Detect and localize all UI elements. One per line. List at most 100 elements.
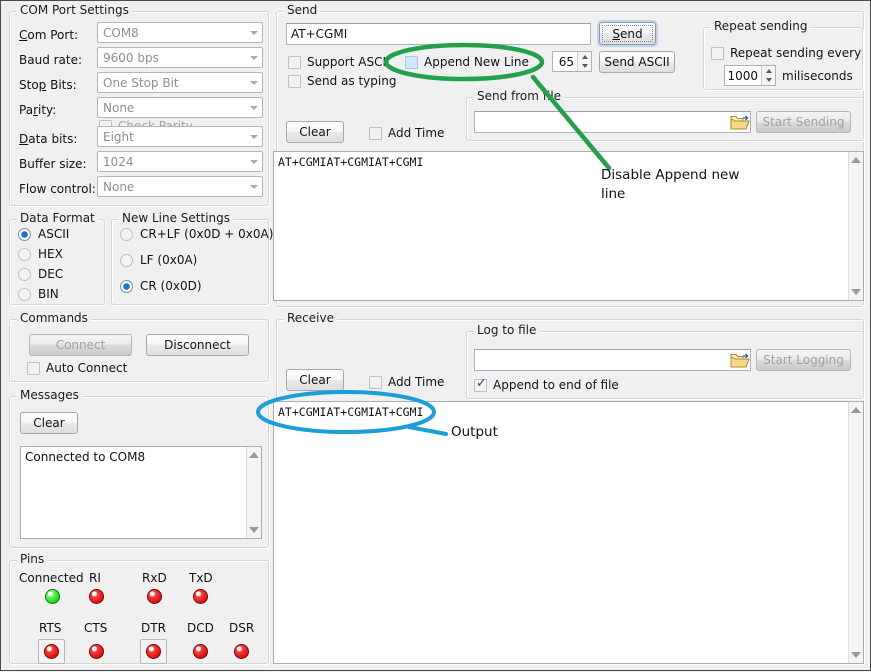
messages-log-scrollbar[interactable] [246, 447, 261, 538]
chevron-down-icon[interactable] [245, 152, 262, 171]
append-new-line-label: Append New Line [424, 55, 529, 69]
radio-dot [120, 254, 133, 267]
flow-control-combo[interactable]: None [97, 176, 263, 197]
pin-label-rxd: RxD [142, 571, 167, 585]
ascii-spinner[interactable]: 65 [552, 51, 592, 72]
pin-led-connected [45, 589, 60, 604]
chevron-down-icon[interactable] [245, 73, 262, 92]
pin-led-dtr[interactable] [146, 644, 161, 659]
send-input-value: AT+CGMI [291, 27, 347, 41]
radio-data-format-hex[interactable]: HEX [18, 247, 63, 261]
spinner-buttons[interactable] [577, 52, 591, 71]
checkbox-box [27, 362, 40, 375]
parity-combo[interactable]: None [97, 97, 263, 118]
send-input[interactable]: AT+CGMI [286, 23, 591, 45]
send-as-typing-checkbox[interactable]: Send as typing [288, 74, 396, 88]
commands-title: Commands [17, 312, 91, 324]
checkbox-box [474, 379, 487, 392]
send-clear-button[interactable]: Clear [286, 121, 344, 143]
send-add-time-checkbox[interactable]: Add Time [369, 126, 444, 140]
radio-newline-cr[interactable]: CR (0x0D) [120, 279, 202, 293]
pin-label-ri: RI [89, 571, 101, 585]
receive-add-time-checkbox[interactable]: Add Time [369, 375, 444, 389]
chevron-down-icon[interactable] [245, 98, 262, 117]
spinner-up-button[interactable] [578, 52, 591, 62]
receive-log[interactable]: AT+CGMIAT+CGMIAT+CGMI [273, 401, 864, 664]
connect-button[interactable]: Connect [29, 334, 132, 356]
auto-connect-checkbox[interactable]: Auto Connect [27, 361, 127, 375]
pin-label-rts: RTS [39, 621, 61, 635]
repeat-sending-checkbox[interactable]: Repeat sending every [711, 46, 861, 60]
auto-connect-label: Auto Connect [46, 361, 127, 375]
radio-dot [18, 268, 31, 281]
radio-label: CR (0x0D) [140, 279, 202, 293]
buffer-size-combo[interactable]: 1024 [97, 151, 263, 172]
receive-log-scrollbar[interactable] [848, 402, 863, 663]
radio-newline-lf[interactable]: LF (0x0A) [120, 253, 197, 267]
spinner-down-button[interactable] [578, 62, 591, 72]
receive-log-text: AT+CGMIAT+CGMIAT+CGMI [274, 402, 863, 422]
chevron-down-icon[interactable] [245, 177, 262, 196]
messages-clear-button[interactable]: Clear [20, 412, 78, 434]
scroll-up-icon[interactable] [851, 157, 861, 163]
scroll-up-icon[interactable] [851, 407, 861, 413]
append-new-line-checkbox[interactable]: Append New Line [405, 55, 529, 69]
start-sending-button[interactable]: Start Sending [756, 111, 851, 133]
append-to-end-checkbox[interactable]: Append to end of file [474, 378, 619, 392]
receive-clear-button[interactable]: Clear [286, 369, 344, 391]
pin-led-rts[interactable] [44, 644, 59, 659]
send-log-scrollbar[interactable] [848, 152, 863, 300]
stop-bits-combo[interactable]: One Stop Bit [97, 72, 263, 93]
radio-data-format-bin[interactable]: BIN [18, 287, 59, 301]
spinner-buttons[interactable] [761, 66, 775, 85]
support-ascii-label: Support ASCII [307, 55, 390, 69]
flow-control-label: Flow control: [19, 182, 96, 196]
pin-label-connected: Connected [19, 571, 84, 585]
log-file-path-input[interactable] [474, 349, 751, 371]
baud-rate-value: 9600 bps [98, 51, 245, 65]
repeat-interval-value: 1000 [725, 69, 761, 83]
baud-rate-combo[interactable]: 9600 bps [97, 47, 263, 68]
open-folder-icon[interactable] [729, 113, 751, 132]
send-log[interactable]: AT+CGMIAT+CGMIAT+CGMI [273, 151, 864, 301]
send-ascii-button[interactable]: Send ASCII [599, 51, 675, 73]
com-port-label: Com Port: [19, 28, 78, 42]
scroll-down-icon[interactable] [249, 527, 259, 533]
append-new-line-annotation-text: Disable Append new line [601, 166, 761, 204]
scroll-up-icon[interactable] [249, 452, 259, 458]
radio-label: HEX [38, 247, 63, 261]
com-port-combo[interactable]: COM8 [97, 22, 263, 43]
send-button[interactable]: Send [599, 22, 656, 45]
disconnect-button[interactable]: Disconnect [146, 334, 249, 356]
radio-label: LF (0x0A) [140, 253, 197, 267]
open-folder-icon[interactable] [729, 351, 751, 370]
spinner-down-button[interactable] [762, 76, 775, 86]
chevron-down-icon[interactable] [245, 48, 262, 67]
support-ascii-checkbox[interactable]: Support ASCII [288, 55, 390, 69]
send-add-time-label: Add Time [388, 126, 444, 140]
radio-dot [18, 248, 31, 261]
log-to-file-title: Log to file [474, 324, 539, 336]
pin-led-dsr [234, 644, 249, 659]
checkbox-box [288, 75, 301, 88]
pins-title: Pins [17, 553, 47, 565]
scroll-down-icon[interactable] [851, 289, 861, 295]
chevron-down-icon[interactable] [245, 127, 262, 146]
send-file-path-input[interactable] [474, 111, 751, 133]
start-logging-button[interactable]: Start Logging [756, 349, 851, 371]
checkbox-box [369, 376, 382, 389]
spinner-up-button[interactable] [762, 66, 775, 76]
radio-newline-crlf[interactable]: CR+LF (0x0D + 0x0A) [120, 227, 273, 241]
new-line-settings-title: New Line Settings [119, 212, 233, 224]
data-format-title: Data Format [17, 212, 98, 224]
data-bits-combo[interactable]: Eight [97, 126, 263, 147]
messages-log[interactable]: Connected to COM8 [20, 446, 262, 539]
repeat-units-label: miliseconds [782, 69, 853, 83]
clear-label: Clear [299, 373, 330, 387]
radio-data-format-ascii[interactable]: ASCII [18, 227, 69, 241]
repeat-interval-spinner[interactable]: 1000 [724, 65, 776, 86]
radio-data-format-dec[interactable]: DEC [18, 267, 63, 281]
connect-label: Connect [56, 338, 106, 352]
scroll-down-icon[interactable] [851, 652, 861, 658]
chevron-down-icon[interactable] [245, 23, 262, 42]
